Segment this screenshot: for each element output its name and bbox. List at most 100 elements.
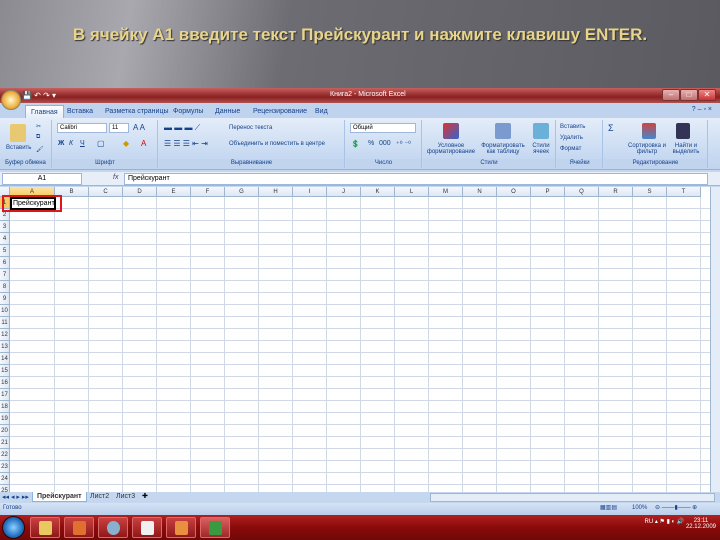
cut-icon[interactable]: ✂ xyxy=(36,123,41,130)
tab-view[interactable]: Вид xyxy=(310,105,333,118)
tab-insert[interactable]: Вставка xyxy=(62,105,98,118)
language-indicator[interactable]: RU xyxy=(645,519,654,525)
row-header[interactable]: 21 xyxy=(0,437,10,449)
taskbar-powerpoint[interactable] xyxy=(166,517,196,538)
column-header[interactable]: N xyxy=(463,187,497,197)
clock[interactable]: 23:11 22.12.2009 xyxy=(686,518,716,530)
horizontal-scrollbar[interactable] xyxy=(430,493,715,502)
underline-button[interactable]: Ч xyxy=(80,140,85,147)
column-header[interactable]: T xyxy=(667,187,701,197)
conditional-format-button[interactable]: Условное форматирование xyxy=(425,143,477,155)
column-header[interactable]: M xyxy=(429,187,463,197)
row-header[interactable]: 22 xyxy=(0,449,10,461)
autosum-button[interactable]: Σ xyxy=(608,123,614,133)
office-button[interactable] xyxy=(1,90,21,110)
row-header[interactable]: 10 xyxy=(0,305,10,317)
bold-button[interactable]: Ж xyxy=(58,140,64,147)
paste-button[interactable]: Вставить xyxy=(6,145,31,151)
taskbar-browser[interactable] xyxy=(98,517,128,538)
close-button[interactable]: ✕ xyxy=(698,89,716,101)
column-header[interactable]: E xyxy=(157,187,191,197)
column-header[interactable]: J xyxy=(327,187,361,197)
column-header[interactable]: G xyxy=(225,187,259,197)
merge-center-button[interactable]: Объединить и поместить в центре xyxy=(229,141,325,147)
percent-button[interactable]: % xyxy=(368,140,374,147)
sheet-nav-icon[interactable]: ◂◂ ◂ ▸ ▸▸ xyxy=(2,493,29,501)
row-header[interactable]: 24 xyxy=(0,473,10,485)
column-header[interactable]: H xyxy=(259,187,293,197)
row-header[interactable]: 3 xyxy=(0,221,10,233)
sheet-tab-3[interactable]: Лист3 xyxy=(112,492,139,502)
taskbar-excel[interactable] xyxy=(200,517,230,538)
tray-icons[interactable]: ▴ ⚑ ▮ ◐ 🔊 xyxy=(655,519,686,525)
wrap-text-button[interactable]: Перенос текста xyxy=(229,125,272,131)
row-header[interactable]: 13 xyxy=(0,341,10,353)
tab-page-layout[interactable]: Разметка страницы xyxy=(100,105,174,118)
borders-icon[interactable]: ▢ xyxy=(97,139,105,148)
sheet-tab-2[interactable]: Лист2 xyxy=(86,492,113,502)
italic-button[interactable]: К xyxy=(69,140,73,147)
tab-home[interactable]: Главная xyxy=(25,105,64,118)
view-buttons-icon[interactable]: ▦▥▤ xyxy=(600,504,617,511)
copy-icon[interactable]: ⧉ xyxy=(36,134,40,141)
row-header[interactable]: 19 xyxy=(0,413,10,425)
row-header[interactable]: 8 xyxy=(0,281,10,293)
formula-input[interactable]: Прейскурант xyxy=(124,173,708,185)
vertical-scrollbar[interactable] xyxy=(710,187,720,492)
decimal-icon[interactable]: ⁺⁰ ⁻⁰ xyxy=(396,140,411,148)
taskbar-explorer[interactable] xyxy=(30,517,60,538)
row-header[interactable]: 12 xyxy=(0,329,10,341)
sheet-tab-prices[interactable]: Прейскурант xyxy=(32,492,87,502)
help-icon[interactable]: ? – ▫ × xyxy=(692,106,712,113)
align-top-icon[interactable]: ▬ ▬ ▬ ⟋ xyxy=(164,123,200,133)
thousands-button[interactable]: 000 xyxy=(379,140,391,147)
cell-styles-button[interactable]: Стили ячеек xyxy=(527,143,555,155)
tab-formulas[interactable]: Формулы xyxy=(168,105,208,118)
row-header[interactable]: 6 xyxy=(0,257,10,269)
column-header[interactable]: C xyxy=(89,187,123,197)
minimize-button[interactable]: – xyxy=(662,89,680,101)
number-format-select[interactable]: Общий xyxy=(350,123,416,133)
new-sheet-icon[interactable]: ✚ xyxy=(142,492,148,500)
font-grow-icon[interactable]: A A xyxy=(133,123,145,132)
column-header[interactable]: D xyxy=(123,187,157,197)
row-header[interactable]: 23 xyxy=(0,461,10,473)
row-header[interactable]: 14 xyxy=(0,353,10,365)
find-select-button[interactable]: Найти и выделить xyxy=(668,143,704,155)
column-header[interactable]: F xyxy=(191,187,225,197)
quick-access-toolbar[interactable]: 💾 ↶ ↷ ▾ xyxy=(22,91,56,100)
fill-color-icon[interactable]: ◆ xyxy=(123,139,129,148)
tab-review[interactable]: Рецензирование xyxy=(248,105,312,118)
spreadsheet-grid[interactable]: A B C D E F G H I J K L M N O P Q R S T 1 2 3 4 5 6 7 8 9 10 11 12 13 14 1… xyxy=(0,187,710,492)
row-header[interactable]: 15 xyxy=(0,365,10,377)
start-button[interactable] xyxy=(2,516,25,539)
insert-function-button[interactable]: fx xyxy=(113,174,118,181)
row-header[interactable]: 5 xyxy=(0,245,10,257)
row-header[interactable]: 20 xyxy=(0,425,10,437)
column-header[interactable]: R xyxy=(599,187,633,197)
column-header[interactable]: I xyxy=(293,187,327,197)
font-size-select[interactable]: 11 xyxy=(109,123,129,133)
column-header[interactable]: P xyxy=(531,187,565,197)
row-header[interactable]: 17 xyxy=(0,389,10,401)
maximize-button[interactable]: □ xyxy=(680,89,698,101)
row-header[interactable]: 4 xyxy=(0,233,10,245)
column-header[interactable]: S xyxy=(633,187,667,197)
taskbar-media[interactable] xyxy=(64,517,94,538)
format-painter-icon[interactable]: 🖌 xyxy=(36,146,44,153)
column-header[interactable]: K xyxy=(361,187,395,197)
row-header[interactable]: 11 xyxy=(0,317,10,329)
currency-icon[interactable]: 💲 xyxy=(351,140,360,148)
sort-filter-button[interactable]: Сортировка и фильтр xyxy=(624,143,670,155)
column-header[interactable]: L xyxy=(395,187,429,197)
row-header[interactable]: 25 xyxy=(0,485,10,492)
taskbar-app[interactable] xyxy=(132,517,162,538)
format-table-button[interactable]: Форматировать как таблицу xyxy=(478,143,528,155)
align-left-icon[interactable]: ☰ ☰ ☰ ⇤ ⇥ xyxy=(164,139,208,148)
insert-cells-button[interactable]: Вставить xyxy=(560,124,585,130)
row-header[interactable]: 18 xyxy=(0,401,10,413)
tab-data[interactable]: Данные xyxy=(210,105,245,118)
column-header[interactable]: Q xyxy=(565,187,599,197)
font-name-select[interactable]: Calibri xyxy=(57,123,107,133)
column-header[interactable]: O xyxy=(497,187,531,197)
